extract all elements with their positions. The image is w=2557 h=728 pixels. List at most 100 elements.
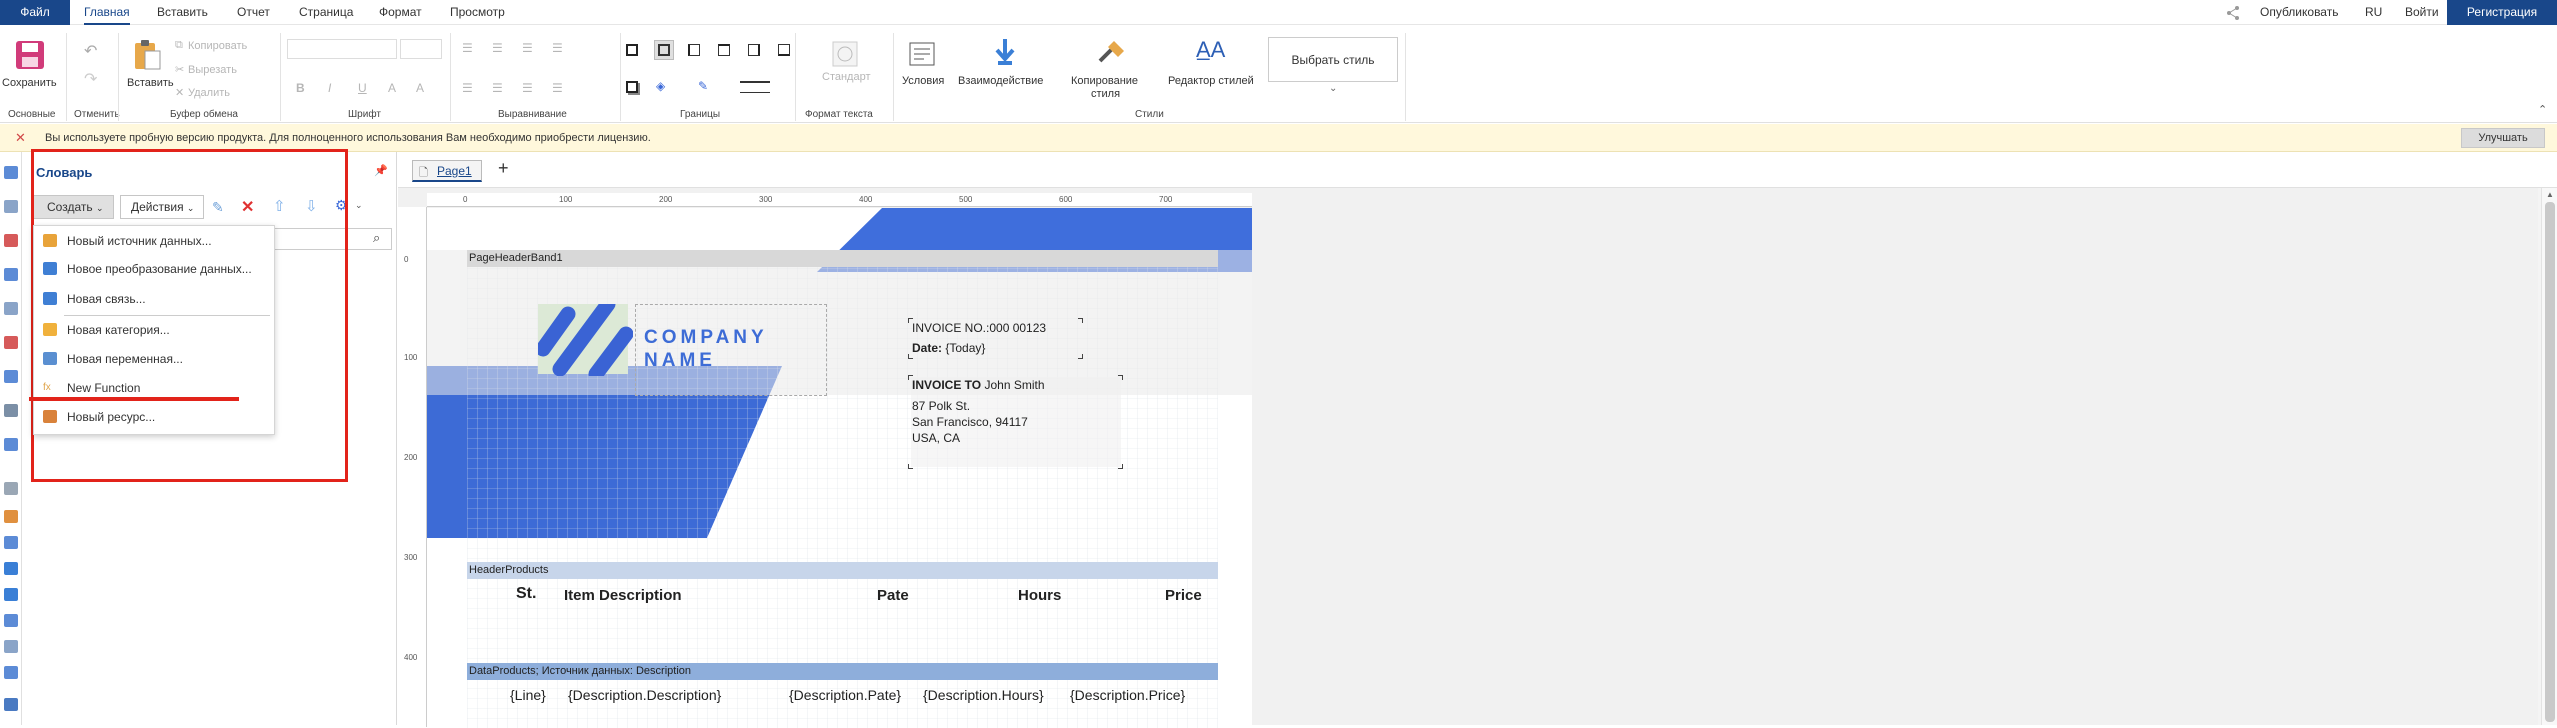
header-pate[interactable]: Pate: [876, 586, 910, 605]
copy-style-icon[interactable]: [1094, 37, 1126, 70]
border-color-icon[interactable]: ✎: [698, 79, 708, 93]
italic-icon[interactable]: I: [328, 81, 331, 95]
collapse-ribbon-icon[interactable]: ⌃: [2538, 103, 2547, 116]
align-top-right-icon[interactable]: ☰: [522, 41, 533, 55]
date-field[interactable]: Date: {Today}: [911, 340, 1081, 358]
standard-format-button[interactable]: Стандарт: [822, 71, 871, 83]
data-hours-field[interactable]: {Description.Hours}: [922, 686, 1045, 704]
align-top-left-icon[interactable]: ☰: [462, 41, 473, 55]
fill-color-icon[interactable]: ◈: [656, 79, 665, 93]
toolbox-item-icon[interactable]: [4, 438, 18, 451]
align-right-icon[interactable]: ☰: [522, 81, 533, 95]
tab-page[interactable]: Страница: [299, 0, 353, 25]
undo-icon[interactable]: ↶: [84, 41, 97, 61]
toolbox-item-icon[interactable]: [4, 482, 18, 495]
shadow-icon[interactable]: [626, 81, 638, 93]
tab-page1[interactable]: 🗋 Page1: [412, 160, 482, 182]
data-description-field[interactable]: {Description.Description}: [567, 686, 722, 704]
search-icon[interactable]: ⌕: [373, 230, 380, 246]
menu-item-new-resource[interactable]: Новый ресурс...: [34, 403, 274, 431]
conditions-icon[interactable]: [908, 39, 938, 72]
pin-icon[interactable]: 📌: [374, 164, 388, 177]
align-justify-icon[interactable]: ☰: [552, 41, 563, 55]
toolbox-item-icon[interactable]: [4, 336, 18, 349]
toolbox-item-icon[interactable]: [4, 588, 18, 601]
header-item-description[interactable]: Item Description: [563, 586, 683, 605]
toolbox-item-icon[interactable]: [4, 268, 18, 281]
border-right-icon[interactable]: [748, 44, 760, 56]
chevron-down-icon[interactable]: ⌄: [355, 200, 363, 211]
font-size-select[interactable]: [400, 39, 442, 59]
header-st[interactable]: St.: [515, 584, 537, 604]
paste-icon[interactable]: [132, 39, 162, 74]
font-effects-icon[interactable]: A: [416, 81, 424, 95]
chevron-down-icon[interactable]: ⌄: [1329, 83, 1337, 94]
upgrade-button[interactable]: Улучшать: [2461, 128, 2545, 148]
delete-button[interactable]: Удалить: [188, 87, 230, 99]
invoice-number-field[interactable]: INVOICE NO.:000 00123: [911, 320, 1081, 338]
menu-item-new-relation[interactable]: Новая связь...: [34, 285, 274, 313]
toolbox-item-icon[interactable]: [4, 370, 18, 383]
copy-button[interactable]: Копировать: [188, 40, 247, 52]
register-button[interactable]: Регистрация: [2447, 0, 2557, 25]
add-page-icon[interactable]: +: [498, 158, 509, 179]
data-pate-field[interactable]: {Description.Pate}: [788, 686, 902, 704]
band-header-products[interactable]: HeaderProducts: [467, 562, 1218, 579]
copy-style-button-line1[interactable]: Копирование: [1071, 75, 1138, 87]
vertical-scrollbar[interactable]: ▲: [2541, 188, 2557, 725]
toolbox-item-icon[interactable]: [4, 166, 18, 179]
data-price-field[interactable]: {Description.Price}: [1069, 686, 1186, 704]
interaction-button[interactable]: Взаимодействие: [958, 75, 1043, 87]
menu-item-new-transform[interactable]: Новое преобразование данных...: [34, 255, 274, 283]
align-center-icon[interactable]: ☰: [492, 81, 503, 95]
underline-icon[interactable]: U: [358, 81, 367, 95]
border-left-icon[interactable]: [688, 44, 700, 56]
invoice-to-box[interactable]: INVOICE TO John Smith 87 Polk St. San Fr…: [911, 377, 1121, 467]
tab-insert[interactable]: Вставить: [157, 0, 208, 25]
bold-icon[interactable]: B: [296, 81, 305, 95]
copy-style-button-line2[interactable]: стиля: [1091, 88, 1120, 100]
toolbox-item-icon[interactable]: [4, 562, 18, 575]
menu-item-new-datasource[interactable]: Новый источник данных...: [34, 227, 274, 255]
login-link[interactable]: Войти: [2405, 0, 2439, 25]
align-left-icon[interactable]: ☰: [462, 81, 473, 95]
tab-report[interactable]: Отчет: [237, 0, 270, 25]
border-all-icon[interactable]: [626, 44, 638, 56]
align-middle-icon[interactable]: ☰: [552, 81, 563, 95]
save-button[interactable]: Сохранить: [2, 77, 57, 89]
border-bottom-icon[interactable]: [778, 44, 790, 56]
conditions-button[interactable]: Условия: [902, 75, 944, 87]
scroll-up-icon[interactable]: ▲: [2546, 190, 2554, 199]
text-format-icon[interactable]: [830, 39, 860, 72]
data-line-field[interactable]: {Line}: [509, 686, 547, 704]
toolbox-item-icon[interactable]: [4, 200, 18, 213]
company-name-box[interactable]: COMPANY NAME: [635, 304, 827, 396]
scrollbar-thumb[interactable]: [2545, 202, 2555, 722]
file-tab[interactable]: Файл: [0, 0, 70, 25]
header-price[interactable]: Price: [1164, 586, 1203, 605]
redo-icon[interactable]: ↷: [84, 69, 97, 89]
toolbox-item-icon[interactable]: [4, 536, 18, 549]
toolbox-item-icon[interactable]: [4, 302, 18, 315]
toolbox-item-icon[interactable]: [4, 666, 18, 679]
font-name-select[interactable]: [287, 39, 397, 59]
tab-preview[interactable]: Просмотр: [450, 0, 505, 25]
band-page-header[interactable]: PageHeaderBand1: [467, 250, 1218, 267]
paste-button[interactable]: Вставить: [127, 77, 174, 89]
font-color-icon[interactable]: A: [388, 81, 396, 95]
toolbox-item-icon[interactable]: [4, 404, 18, 417]
cut-button[interactable]: Вырезать: [188, 64, 237, 76]
tab-format[interactable]: Формат: [379, 0, 422, 25]
share-icon[interactable]: [2225, 5, 2241, 24]
toolbox-item-icon[interactable]: [4, 698, 18, 711]
close-icon[interactable]: ✕: [15, 130, 26, 146]
toolbox-item-icon[interactable]: [4, 614, 18, 627]
save-icon[interactable]: [14, 39, 46, 74]
band-data-products[interactable]: DataProducts; Источник данных: Descripti…: [467, 663, 1218, 680]
align-top-center-icon[interactable]: ☰: [492, 41, 503, 55]
interaction-icon[interactable]: [990, 37, 1020, 70]
choose-style-button[interactable]: Выбрать стиль: [1268, 37, 1398, 82]
language-switch[interactable]: RU: [2365, 0, 2382, 25]
style-editor-icon[interactable]: A̲A: [1196, 37, 1225, 63]
toolbox-item-icon[interactable]: [4, 234, 18, 247]
